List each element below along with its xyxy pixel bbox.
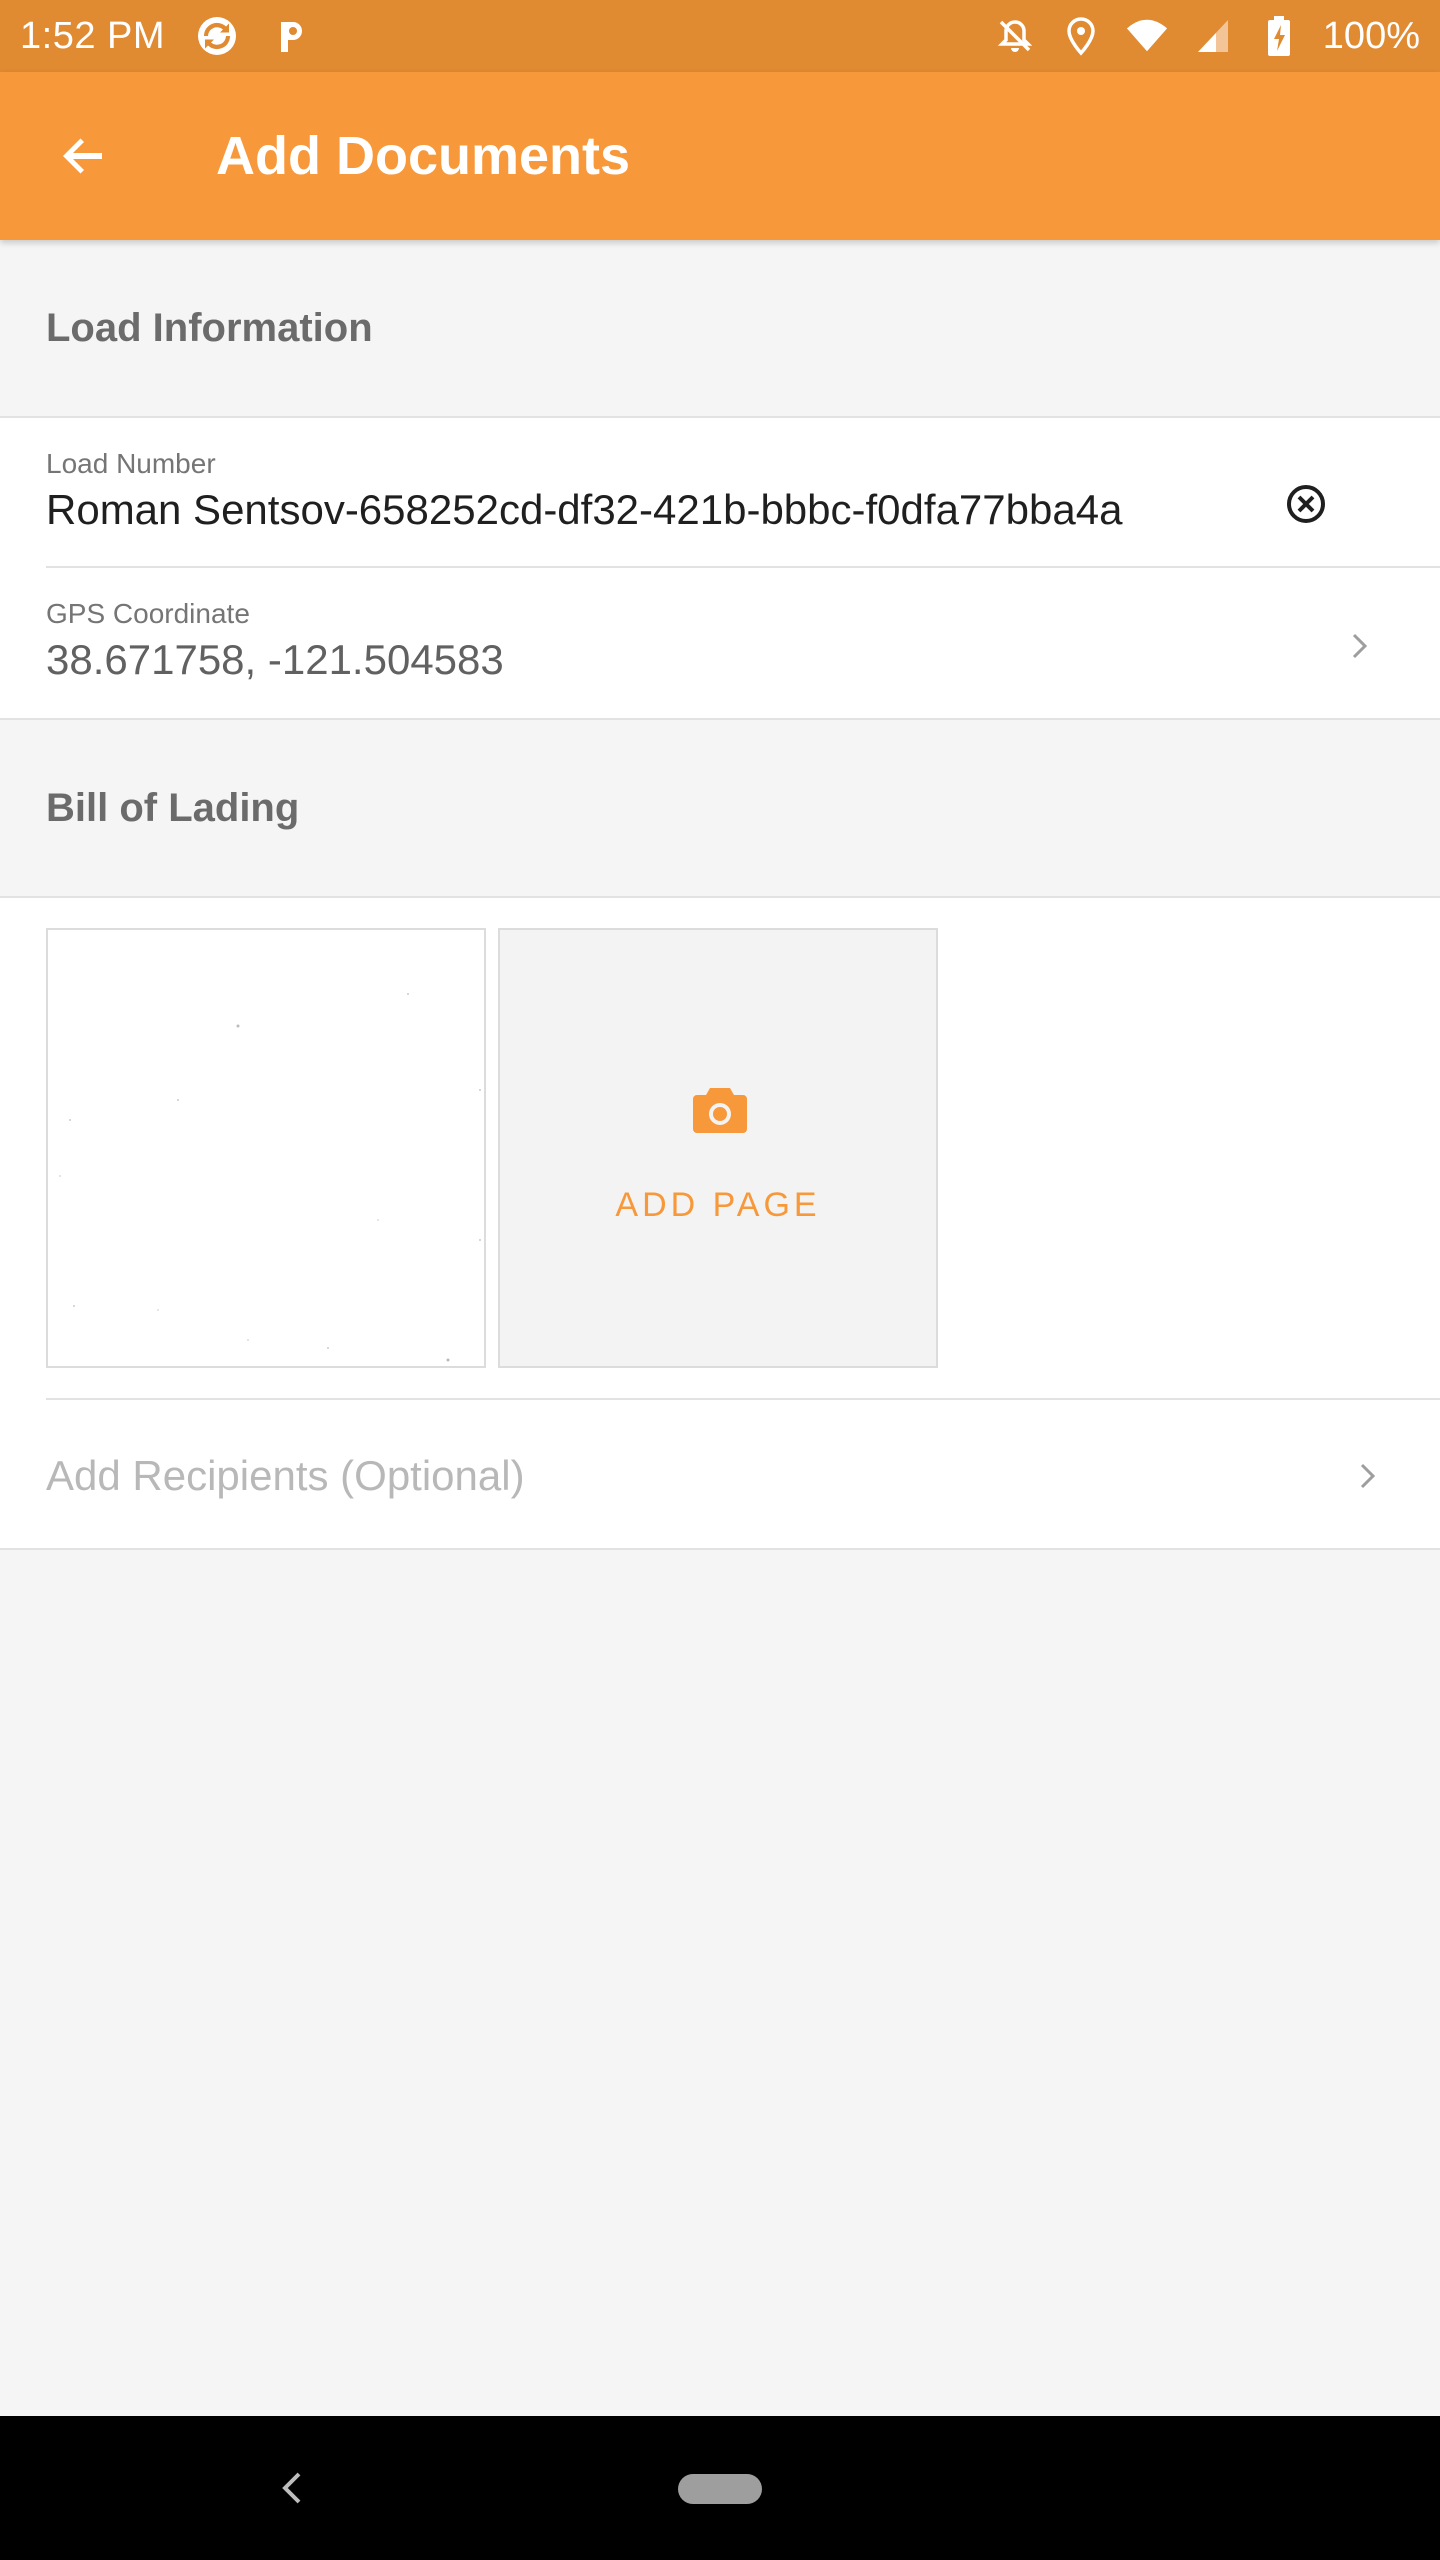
gps-coordinate-field[interactable]: GPS Coordinate 38.671758, -121.504583 bbox=[0, 568, 1440, 718]
screen: 1:52 PM 100% Add Documents Load Informat… bbox=[0, 0, 1440, 2560]
system-navigation-bar bbox=[0, 2416, 1440, 2560]
chevron-right-icon bbox=[1348, 1456, 1388, 1496]
add-page-label: ADD PAGE bbox=[615, 1186, 821, 1224]
back-button[interactable] bbox=[36, 108, 132, 204]
nav-home-pill[interactable] bbox=[678, 2474, 762, 2504]
sync-app-icon bbox=[195, 14, 239, 58]
section-header-load-information: Load Information bbox=[0, 240, 1440, 416]
load-number-label: Load Number bbox=[46, 448, 216, 479]
battery-percentage: 100% bbox=[1322, 14, 1420, 57]
location-icon bbox=[1059, 14, 1103, 58]
load-number-input[interactable]: Roman Sentsov-658252cd-df32-421b-bbbc-f0… bbox=[46, 486, 1122, 534]
status-time: 1:52 PM bbox=[20, 14, 166, 57]
load-number-field[interactable]: Load Number Roman Sentsov-658252cd-df32-… bbox=[0, 418, 1440, 568]
chevron-right-icon bbox=[1340, 626, 1380, 666]
status-bar: 1:52 PM 100% bbox=[0, 0, 1440, 72]
status-left: 1:52 PM bbox=[20, 14, 313, 58]
section-title: Load Information bbox=[46, 305, 373, 350]
section-title: Bill of Lading bbox=[46, 785, 300, 830]
notifications-off-icon bbox=[993, 14, 1037, 58]
section-header-bill-of-lading: Bill of Lading bbox=[0, 720, 1440, 896]
divider bbox=[0, 1548, 1440, 1550]
add-recipients-label: Add Recipients (Optional) bbox=[46, 1452, 525, 1499]
gps-coordinate-label: GPS Coordinate bbox=[46, 598, 250, 629]
gps-coordinate-value: 38.671758, -121.504583 bbox=[46, 636, 504, 683]
battery-charging-icon bbox=[1257, 14, 1301, 58]
wifi-icon bbox=[1125, 14, 1169, 58]
app-bar: Add Documents bbox=[0, 72, 1440, 240]
add-recipients-row[interactable]: Add Recipients (Optional) bbox=[0, 1400, 1440, 1550]
document-thumbnail[interactable] bbox=[46, 928, 486, 1368]
parking-app-icon bbox=[269, 14, 313, 58]
nav-back-icon[interactable] bbox=[268, 2464, 316, 2512]
camera-icon bbox=[688, 1078, 752, 1142]
arrow-back-icon bbox=[63, 138, 102, 174]
status-right: 100% bbox=[993, 14, 1420, 58]
clear-icon[interactable] bbox=[1278, 476, 1334, 532]
add-page-button[interactable]: ADD PAGE bbox=[498, 928, 938, 1368]
document-page-image bbox=[59, 993, 481, 1362]
divider bbox=[0, 896, 1440, 898]
page-title: Add Documents bbox=[216, 126, 631, 186]
cell-signal-icon bbox=[1191, 14, 1235, 58]
load-information-card: Load Number Roman Sentsov-658252cd-df32-… bbox=[0, 416, 1440, 720]
